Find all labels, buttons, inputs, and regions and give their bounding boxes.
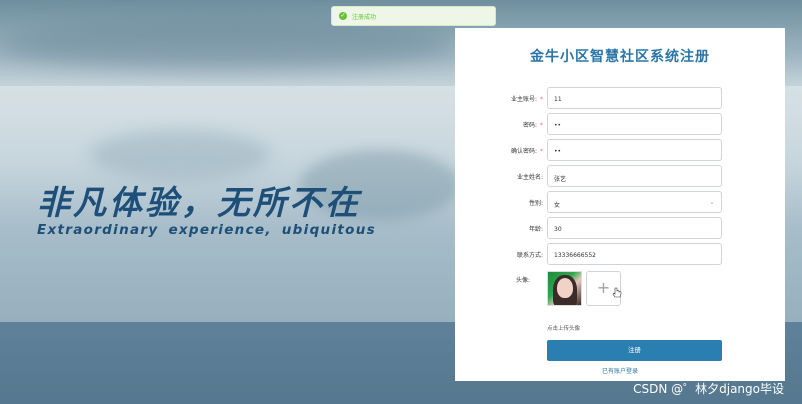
check-circle-icon: ✓ bbox=[339, 12, 347, 20]
form-title: 金牛小区智慧社区系统注册 bbox=[530, 49, 710, 65]
form-row-phone: 联系方式: 13336666552 bbox=[455, 243, 785, 265]
gender-value: 女 bbox=[554, 202, 561, 209]
field-label: 联系方式: bbox=[516, 252, 543, 259]
form-row-avatar: 头像: + bbox=[455, 269, 785, 309]
gender-select[interactable]: 女 ⌄ bbox=[547, 191, 722, 213]
field-label: 性别: bbox=[528, 200, 543, 207]
success-toast: ✓ 注册成功 bbox=[331, 6, 496, 26]
age-input[interactable]: 30 bbox=[547, 217, 722, 239]
login-link[interactable]: 已有账户登录 bbox=[455, 366, 785, 375]
form-row-age: 年龄: 30 bbox=[455, 217, 785, 239]
watermark: CSDN @゜林夕django毕设 bbox=[633, 382, 784, 396]
field-label: 确认密码: * bbox=[510, 148, 543, 155]
chevron-down-icon: ⌄ bbox=[709, 198, 715, 206]
field-label: 业主姓名: bbox=[516, 174, 543, 181]
hand-cursor-icon bbox=[612, 287, 622, 298]
background-cloud bbox=[0, 20, 450, 70]
form-row-confirm-password: 确认密码: * •• bbox=[455, 139, 785, 161]
field-label: 业主账号: * bbox=[510, 96, 543, 103]
hero-title: 非凡体验，无所不在 bbox=[37, 183, 361, 222]
form-row-name: 业主姓名: 张艺 bbox=[455, 165, 785, 187]
form-row-gender: 性别: 女 ⌄ bbox=[455, 191, 785, 213]
background-cloud bbox=[90, 130, 270, 180]
form-row-account: 业主账号: * 11 bbox=[455, 87, 785, 109]
register-panel: 金牛小区智慧社区系统注册 业主账号: * 11 密码: * •• 确认密码: * ••… bbox=[455, 28, 785, 381]
phone-input[interactable]: 13336666552 bbox=[547, 243, 722, 265]
account-input[interactable]: 11 bbox=[547, 87, 722, 109]
form-row-password: 密码: * •• bbox=[455, 113, 785, 135]
field-label: 密码: * bbox=[522, 122, 543, 129]
password-input[interactable]: •• bbox=[547, 113, 722, 135]
name-input[interactable]: 张艺 bbox=[547, 165, 722, 187]
field-label: 年龄: bbox=[528, 226, 543, 233]
plus-icon: + bbox=[596, 278, 611, 297]
confirm-password-input[interactable]: •• bbox=[547, 139, 722, 161]
upload-hint: 点击上传头像 bbox=[547, 326, 581, 332]
hero-subtitle: Extraordinary experience, ubiquitous bbox=[37, 222, 376, 238]
toast-message: 注册成功 bbox=[352, 13, 377, 21]
register-button[interactable]: 注册 bbox=[547, 340, 722, 361]
avatar-preview[interactable] bbox=[547, 271, 582, 306]
field-label: 头像: bbox=[515, 277, 530, 284]
